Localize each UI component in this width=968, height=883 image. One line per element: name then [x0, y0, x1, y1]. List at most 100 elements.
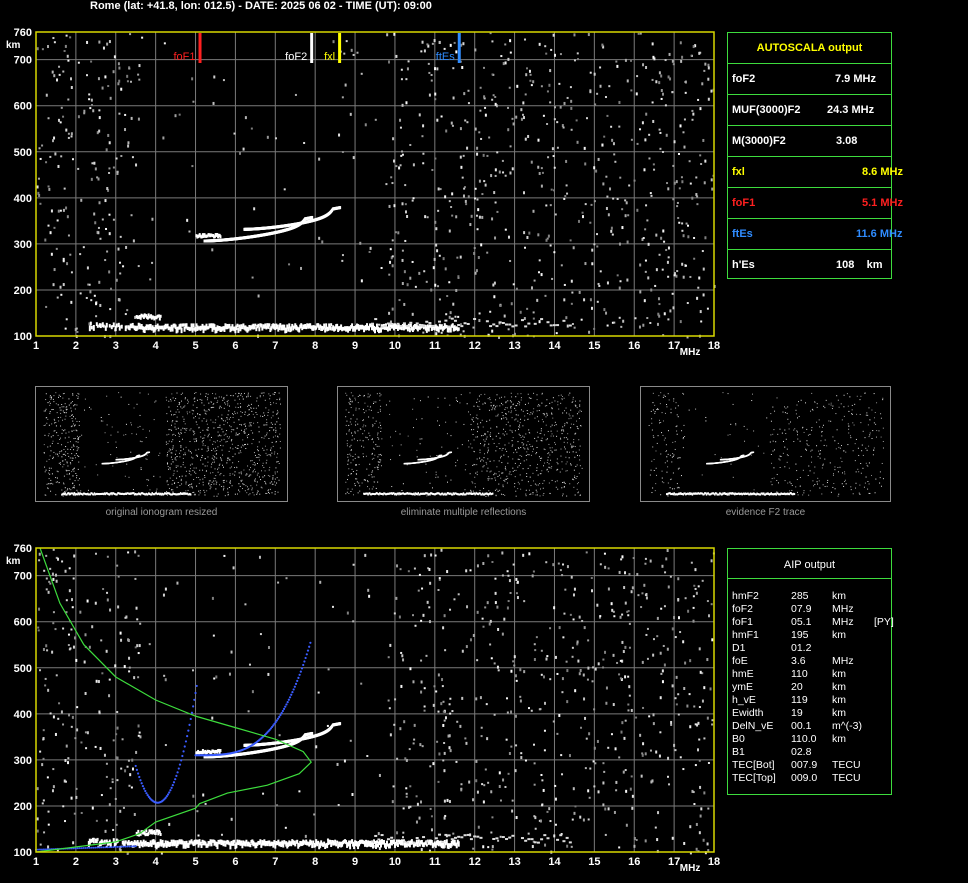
y-tick-label: 500 [14, 663, 32, 675]
aip-row: ymE 20 km [732, 681, 892, 694]
autoscala-param-value: 7.9 MHz [835, 73, 876, 85]
autoscala-row: foF2 7.9 MHz [728, 63, 891, 95]
autoscala-param-value: 8.6 MHz [862, 166, 903, 178]
aip-param-value: 02.8 [791, 746, 812, 758]
aip-param-name: TEC[Top] [732, 772, 776, 784]
x-tick-label: 11 [429, 340, 441, 352]
y-tick-label: 700 [14, 571, 32, 583]
grid-lines [36, 548, 714, 852]
x-tick-label: 4 [153, 340, 160, 352]
x-tick-label: 6 [232, 340, 238, 352]
autoscala-title: AUTOSCALA output [756, 42, 863, 54]
aip-true-height-profile [35, 641, 312, 851]
y-tick-label: 500 [14, 147, 32, 159]
autoscala-param-label: h'Es [732, 259, 755, 271]
aip-row: hmF1 195 km [732, 629, 892, 642]
x-tick-label: 10 [389, 340, 401, 352]
y-unit-label: km [6, 40, 21, 51]
aip-row: DelN_vE 00.1 m^(-3) [732, 720, 892, 733]
aip-row: foF2 07.9 MHz [732, 603, 892, 616]
autoscala-param-value: 11.6 MHz [856, 228, 903, 240]
marker-line-fof1 [198, 33, 202, 63]
x-tick-label: 18 [708, 340, 720, 352]
aip-panel: AIP output hmF2 285 km foF2 07.9 MHz foF1 05.1 M… [727, 548, 894, 795]
autoscala-row: fxl 8.6 MHz [728, 156, 903, 188]
x-tick-label: 5 [192, 856, 198, 868]
thumbnail-frame [640, 386, 891, 502]
aip-param-value: 20 [791, 681, 803, 693]
aip-param-name: hmF1 [732, 629, 759, 641]
autoscala-row: MUF(3000)F2 24.3 MHz [728, 94, 891, 126]
thumbnail-evidence-f2 [640, 386, 891, 502]
thumbnail-eliminate-reflections [337, 386, 590, 502]
aip-param-unit: km [832, 590, 846, 602]
noise-speckle [36, 548, 715, 855]
aip-param-unit: m^(-3) [832, 720, 863, 732]
y-tick-label: 300 [14, 239, 32, 251]
x-tick-label: 17 [668, 340, 680, 352]
aip-param-name: foF1 [732, 616, 754, 628]
aip-param-name: ymE [732, 681, 753, 693]
marker-line-fof2 [310, 33, 314, 63]
aip-param-name: B0 [732, 733, 745, 745]
x-tick-label: 1 [33, 340, 39, 352]
x-tick-label: 15 [588, 856, 600, 868]
x-tick-label: 9 [352, 340, 358, 352]
x-tick-label: 7 [272, 340, 278, 352]
aip-row: hmE 110 km [732, 668, 892, 681]
x-tick-label: 2 [73, 856, 79, 868]
autoscala-param-value: 3.08 [836, 135, 858, 147]
x-tick-label: 4 [153, 856, 160, 868]
grid-lines [36, 32, 714, 336]
aip-title: AIP output [783, 559, 836, 571]
marker-label-ftes: ftEs [436, 51, 455, 63]
x-tick-label: 10 [389, 856, 401, 868]
x-tick-label: 14 [548, 340, 561, 352]
aip-param-unit: km [832, 707, 846, 719]
y-tick-label: 400 [14, 709, 32, 721]
aip-row: Ewidth 19 km [732, 707, 892, 720]
x-unit-label: MHz [680, 863, 701, 874]
y-tick-label: 600 [14, 101, 32, 113]
y-tick-label: 200 [14, 801, 32, 813]
marker-line-ftes [457, 33, 461, 63]
autoscala-param-label: fxl [732, 166, 745, 178]
aip-param-name: DelN_vE [732, 720, 774, 732]
aip-param-unit: km [832, 668, 846, 680]
autoscala-row: foF1 5.1 MHz [728, 187, 903, 219]
marker-line-fxl [338, 33, 342, 63]
y-tick-label: 400 [14, 193, 32, 205]
aip-param-value: 285 [791, 590, 809, 602]
x-tick-label: 14 [548, 856, 561, 868]
marker-label-fof1: foF1 [174, 51, 196, 63]
aip-row: hmF2 285 km [732, 590, 892, 603]
x-tick-label: 1 [33, 856, 39, 868]
thumbnail-frame [35, 386, 288, 502]
y-tick-label: 200 [14, 285, 32, 297]
aip-row: TEC[Bot] 007.9 TECU [732, 759, 892, 772]
x-tick-label: 8 [312, 856, 318, 868]
x-tick-label: 5 [192, 340, 198, 352]
x-tick-label: 16 [628, 856, 640, 868]
aip-param-unit: km [832, 629, 846, 641]
aip-row: TEC[Top] 009.0 TECU [732, 772, 892, 785]
x-tick-label: 18 [708, 856, 720, 868]
x-tick-label: 12 [469, 340, 481, 352]
aip-param-unit: km [832, 733, 846, 745]
y-tick-label: 100 [14, 331, 32, 343]
thumbnail-original [35, 386, 288, 502]
autoscala-param-value: 5.1 MHz [862, 197, 903, 209]
aip-param-name: hmF2 [732, 590, 759, 602]
x-unit-label: MHz [680, 347, 701, 358]
marker-label-fxl: fxl [324, 51, 335, 63]
y-tick-label: 300 [14, 755, 32, 767]
aip-param-value: 195 [791, 629, 809, 641]
aip-param-name: B1 [732, 746, 745, 758]
x-tick-label: 13 [508, 856, 520, 868]
aip-param-name: h_vE [732, 694, 756, 706]
aip-param-unit: km [832, 694, 846, 706]
autoscala-param-value: 108 km [836, 259, 883, 271]
aip-param-unit: MHz [832, 655, 854, 667]
aip-param-name: D1 [732, 642, 746, 654]
autoscala-row: h'Es 108 km [728, 249, 891, 281]
